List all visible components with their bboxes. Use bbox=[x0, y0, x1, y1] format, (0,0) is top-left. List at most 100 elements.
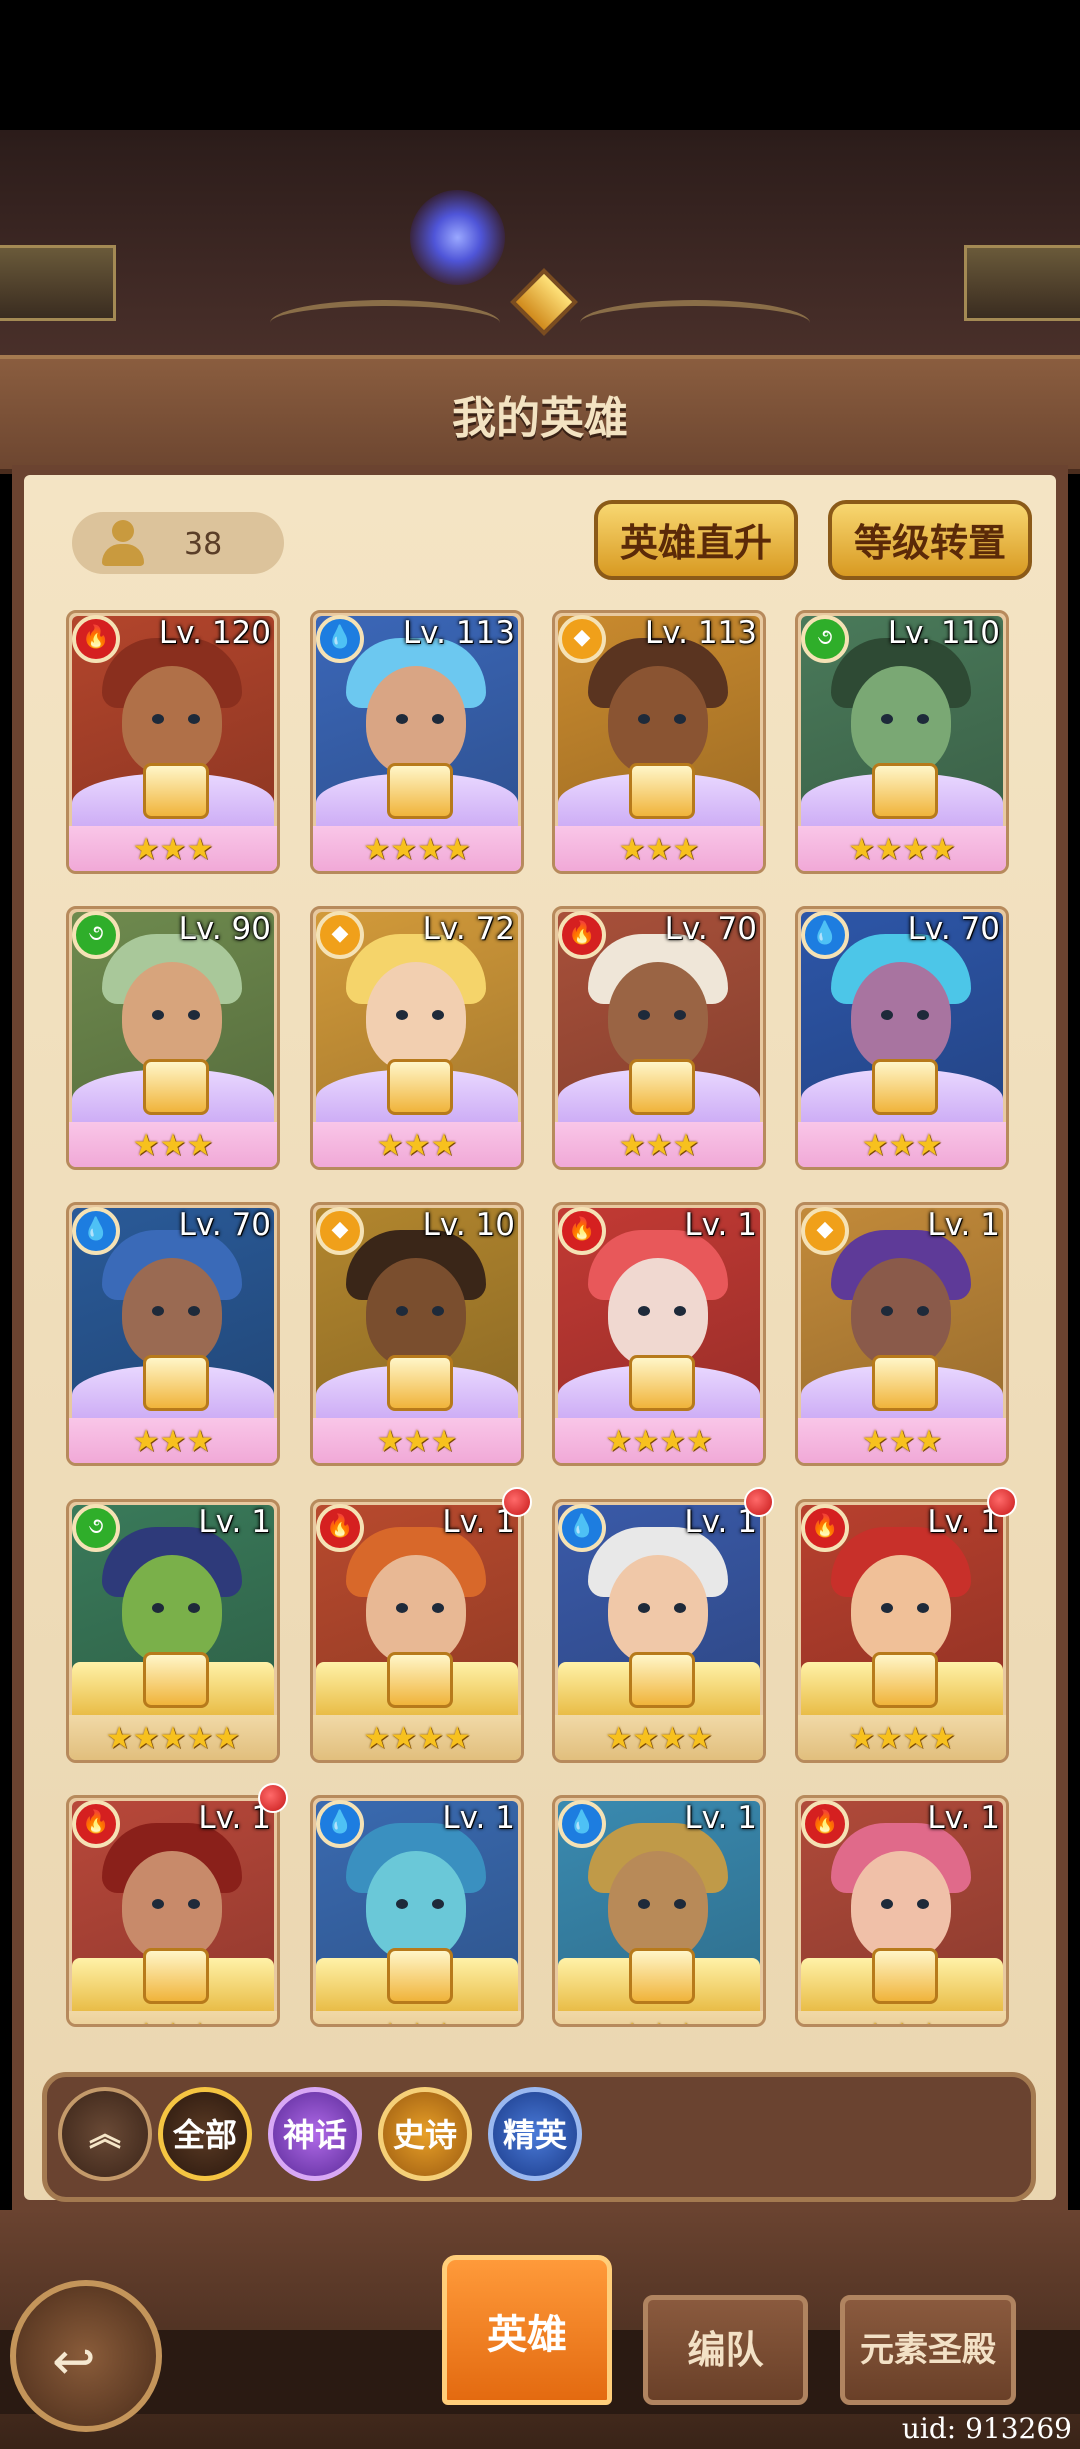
level-transfer-button[interactable]: 等级转置 bbox=[828, 500, 1032, 580]
light-element-icon: ◆ bbox=[316, 1207, 364, 1255]
back-arrow-icon: ↩ bbox=[52, 2332, 96, 2392]
hero-eye bbox=[432, 1306, 444, 1316]
hero-stars: ★★★ bbox=[69, 2011, 277, 2024]
hero-level: Lv. 1 bbox=[198, 1504, 271, 1540]
rarity-crest-icon bbox=[143, 1948, 209, 2004]
hero-eye bbox=[638, 1603, 650, 1613]
water-element-icon: 💧 bbox=[801, 911, 849, 959]
hero-stars: ★★★★ bbox=[313, 1715, 521, 1760]
hero-card[interactable]: ★★★🔥Lv. 1 bbox=[66, 1795, 280, 2027]
hero-face bbox=[122, 1851, 222, 1961]
hero-stars: ★★★ bbox=[555, 2011, 763, 2024]
hero-eye bbox=[881, 714, 893, 724]
tab-formation[interactable]: 编队 bbox=[643, 2295, 808, 2405]
tab-heroes[interactable]: 英雄 bbox=[442, 2255, 612, 2405]
rarity-crest-icon bbox=[143, 1059, 209, 1115]
hero-eye bbox=[674, 1899, 686, 1909]
hero-level: Lv. 1 bbox=[684, 1800, 757, 1836]
hero-face bbox=[608, 962, 708, 1072]
hero-stars: ★★★★★ bbox=[69, 1715, 277, 1760]
rarity-crest-icon bbox=[629, 1059, 695, 1115]
hero-card[interactable]: ★★★ 🔥 Lv. 120 bbox=[66, 610, 280, 874]
hero-face bbox=[851, 1258, 951, 1368]
rarity-crest-icon bbox=[143, 1652, 209, 1708]
hero-card[interactable]: ★★★ 💧 Lv. 1 bbox=[552, 1795, 766, 2027]
double-chevron-up-icon: ︽ bbox=[88, 2115, 121, 2153]
hero-card[interactable]: ★★★★ 🔥 Lv. 1 bbox=[552, 1202, 766, 1466]
notification-dot bbox=[744, 1487, 774, 1517]
tab-elemental-shrine[interactable]: 元素圣殿 bbox=[840, 2295, 1016, 2405]
filter-all-button[interactable]: 全部 bbox=[158, 2087, 252, 2181]
hero-stars: ★★★ bbox=[555, 826, 763, 871]
light-element-icon: ◆ bbox=[316, 911, 364, 959]
rarity-crest-icon bbox=[629, 1948, 695, 2004]
hero-stars: ★★★ bbox=[798, 2011, 1006, 2024]
hero-card[interactable]: ★★★ ૭ Lv. 90 bbox=[66, 906, 280, 1170]
rarity-crest-icon bbox=[629, 1355, 695, 1411]
hero-card[interactable]: ★★★ ◆ Lv. 1 bbox=[795, 1202, 1009, 1466]
hero-eye bbox=[638, 1306, 650, 1316]
rarity-crest-icon bbox=[143, 1355, 209, 1411]
rarity-crest-icon bbox=[629, 763, 695, 819]
hero-level: Lv. 72 bbox=[422, 911, 515, 947]
hero-count-badge: 38 bbox=[72, 512, 284, 574]
fire-element-icon: 🔥 bbox=[72, 1800, 120, 1848]
fire-element-icon: 🔥 bbox=[801, 1800, 849, 1848]
hero-level: Lv. 70 bbox=[664, 911, 757, 947]
fire-element-icon: 🔥 bbox=[316, 1504, 364, 1552]
filter-epic-button[interactable]: 史诗 bbox=[378, 2087, 472, 2181]
rarity-crest-icon bbox=[387, 763, 453, 819]
hero-card[interactable]: ★★★ 💧 Lv. 1 bbox=[310, 1795, 524, 2027]
hero-level: Lv. 1 bbox=[684, 1207, 757, 1243]
hero-card[interactable]: ★★★🔥Lv. 1 bbox=[795, 1795, 1009, 2027]
hero-eye bbox=[674, 1010, 686, 1020]
right-wing-decoration bbox=[580, 300, 810, 346]
rarity-crest-icon bbox=[872, 1355, 938, 1411]
fire-element-icon: 🔥 bbox=[558, 911, 606, 959]
collapse-button[interactable]: ︽ bbox=[58, 2087, 152, 2181]
hero-card[interactable]: ★★★★★ ૭ Lv. 1 bbox=[66, 1499, 280, 1763]
hero-face bbox=[608, 1258, 708, 1368]
hero-card[interactable]: ★★★★ 🔥 Lv. 1 bbox=[310, 1499, 524, 1763]
hero-card[interactable]: ★★★★ 💧 Lv. 113 bbox=[310, 610, 524, 874]
water-element-icon: 💧 bbox=[558, 1800, 606, 1848]
direct-upgrade-button[interactable]: 英雄直升 bbox=[594, 500, 798, 580]
hero-face bbox=[608, 666, 708, 776]
hero-card[interactable]: ★★★★ 🔥 Lv. 1 bbox=[795, 1499, 1009, 1763]
back-button[interactable]: ↩ bbox=[10, 2280, 162, 2432]
hero-face bbox=[851, 962, 951, 1072]
hero-level: Lv. 1 bbox=[442, 1800, 515, 1836]
hero-stars: ★★★ bbox=[313, 1418, 521, 1463]
water-element-icon: 💧 bbox=[558, 1504, 606, 1552]
filter-myth-button[interactable]: 神话 bbox=[268, 2087, 362, 2181]
hero-eye bbox=[396, 1306, 408, 1316]
hero-eye bbox=[638, 714, 650, 724]
hero-stars: ★★★ bbox=[555, 1122, 763, 1167]
hero-card[interactable]: ★★★ ◆ Lv. 113 bbox=[552, 610, 766, 874]
hero-card[interactable]: ★★★ 🔥 Lv. 70 bbox=[552, 906, 766, 1170]
rarity-crest-icon bbox=[387, 1355, 453, 1411]
hero-eye bbox=[152, 1306, 164, 1316]
hero-face bbox=[366, 666, 466, 776]
hero-card[interactable]: ★★★★ 💧 Lv. 1 bbox=[552, 1499, 766, 1763]
fire-element-icon: 🔥 bbox=[558, 1207, 606, 1255]
wind-element-icon: ૭ bbox=[801, 615, 849, 663]
hero-level: Lv. 70 bbox=[907, 911, 1000, 947]
rarity-crest-icon bbox=[387, 1652, 453, 1708]
hero-card[interactable]: ★★★ ◆ Lv. 72 bbox=[310, 906, 524, 1170]
hero-card[interactable]: ★★★★ ૭ Lv. 110 bbox=[795, 610, 1009, 874]
magic-orb bbox=[410, 190, 505, 285]
hero-face bbox=[851, 1555, 951, 1665]
rarity-crest-icon bbox=[387, 1059, 453, 1115]
hero-eye bbox=[881, 1899, 893, 1909]
hero-card[interactable]: ★★★ ◆ Lv. 10 bbox=[310, 1202, 524, 1466]
water-element-icon: 💧 bbox=[316, 615, 364, 663]
filter-elite-button[interactable]: 精英 bbox=[488, 2087, 582, 2181]
light-element-icon: ◆ bbox=[801, 1207, 849, 1255]
hero-stars: ★★★ bbox=[313, 1122, 521, 1167]
hero-face bbox=[851, 1851, 951, 1961]
hero-level: Lv. 113 bbox=[644, 615, 757, 651]
hero-card[interactable]: ★★★ 💧 Lv. 70 bbox=[795, 906, 1009, 1170]
hero-stars: ★★★★ bbox=[555, 1715, 763, 1760]
hero-card[interactable]: ★★★ 💧 Lv. 70 bbox=[66, 1202, 280, 1466]
